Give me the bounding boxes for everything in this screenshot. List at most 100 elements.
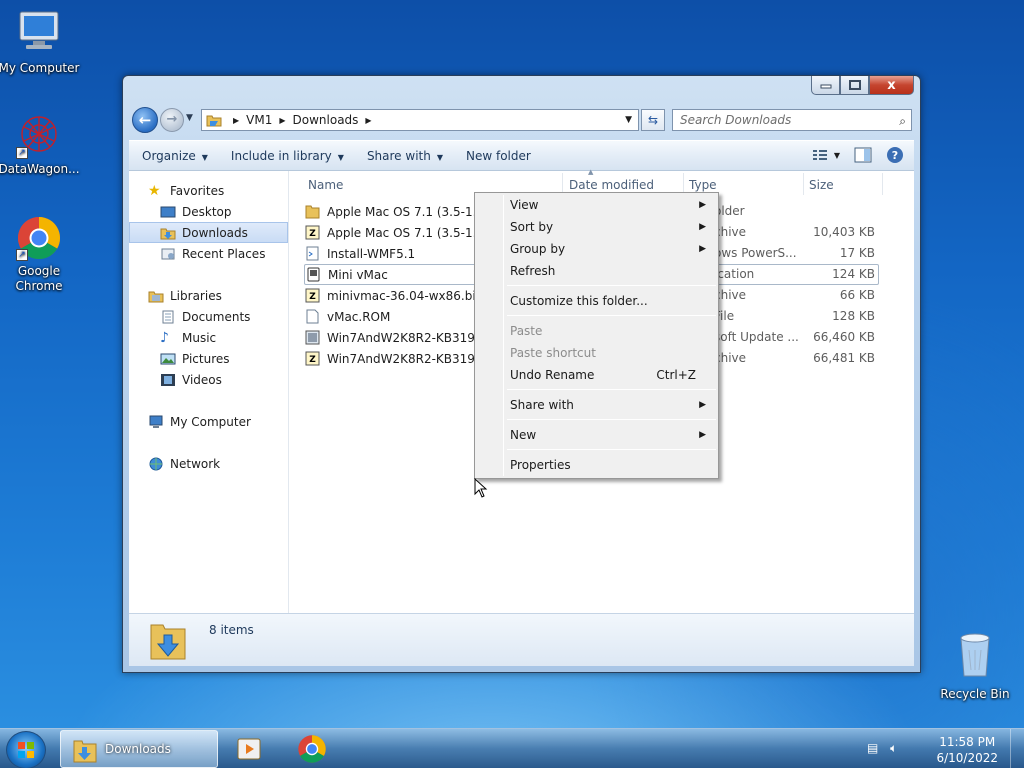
nav-videos[interactable]: Videos bbox=[129, 369, 288, 390]
downloads-folder-icon bbox=[150, 624, 186, 660]
desktop-icon bbox=[160, 206, 176, 217]
nav-recent-places[interactable]: Recent Places bbox=[129, 243, 288, 264]
nav-network-label: Network bbox=[170, 456, 221, 471]
breadcrumb-separator-icon[interactable]: ▶ bbox=[365, 116, 371, 125]
nav-network[interactable]: Network bbox=[129, 453, 288, 474]
search-input[interactable]: Search Downloads ⌕ bbox=[672, 109, 912, 131]
nav-my-computer[interactable]: My Computer bbox=[129, 411, 288, 432]
nav-desktop[interactable]: Desktop bbox=[129, 201, 288, 222]
menu-item-sort-by[interactable]: Sort by ▶ bbox=[477, 216, 716, 238]
taskbar-item-downloads[interactable]: Downloads bbox=[60, 730, 218, 768]
back-button[interactable]: ← bbox=[132, 107, 158, 133]
taskbar-item-chrome[interactable] bbox=[288, 730, 336, 768]
menu-separator bbox=[507, 315, 716, 316]
network-icon bbox=[149, 457, 163, 470]
menu-label: Undo Rename bbox=[510, 368, 595, 382]
nav-downloads[interactable]: Downloads bbox=[129, 222, 288, 243]
nav-libraries[interactable]: Libraries bbox=[129, 285, 288, 306]
share-label: Share with bbox=[366, 148, 431, 163]
column-header-type[interactable]: Type bbox=[689, 178, 717, 192]
menu-item-share-with[interactable]: Share with ▶ bbox=[477, 394, 716, 416]
file-name: Win7AndW2K8R2-KB319156 bbox=[327, 351, 498, 366]
file-size: 66,481 KB bbox=[813, 351, 875, 365]
file-size: 124 KB bbox=[832, 267, 875, 281]
address-bar[interactable]: ▶ VM1 ▶ Downloads ▶ ▼ bbox=[201, 109, 639, 131]
chevron-down-icon: ▼ bbox=[833, 150, 840, 160]
breadcrumb-separator-icon[interactable]: ▶ bbox=[279, 116, 285, 125]
column-header-date-modified[interactable]: Date modified bbox=[569, 178, 654, 192]
menu-label: Group by bbox=[510, 242, 566, 256]
nav-downloads-label: Downloads bbox=[182, 225, 248, 240]
navigation-pane: ★ Favorites Desktop Downloads Recent Pla… bbox=[129, 171, 289, 613]
menu-item-group-by[interactable]: Group by ▶ bbox=[477, 238, 716, 260]
desktop-icon-label: Recycle Bin bbox=[940, 687, 1010, 701]
menu-item-customize-folder[interactable]: Customize this folder... bbox=[477, 290, 716, 312]
zip-archive-icon: Z bbox=[305, 225, 320, 240]
file-size: 17 KB bbox=[839, 246, 875, 260]
maximize-button[interactable] bbox=[840, 76, 869, 95]
new-folder-button[interactable]: New folder bbox=[453, 149, 541, 163]
column-header-size[interactable]: Size bbox=[809, 178, 834, 192]
menu-separator bbox=[507, 449, 716, 450]
file-name: vMac.ROM bbox=[327, 309, 391, 324]
help-icon[interactable]: ? bbox=[886, 146, 904, 164]
organize-button[interactable]: Organize ▼ bbox=[129, 149, 218, 163]
address-row: ← → ▼ ▶ VM1 ▶ Downloads ▶ ▼ ⇆ Search Dow… bbox=[129, 105, 914, 135]
menu-item-new[interactable]: New ▶ bbox=[477, 424, 716, 446]
breadcrumb-vm1[interactable]: VM1 bbox=[246, 113, 272, 127]
pictures-icon bbox=[160, 353, 176, 364]
chevron-down-icon: ▼ bbox=[201, 152, 208, 162]
minimize-icon bbox=[820, 84, 831, 89]
forward-button[interactable]: → bbox=[160, 108, 184, 132]
recent-pages-dropdown[interactable]: ▼ bbox=[186, 113, 193, 123]
nav-favorites[interactable]: ★ Favorites bbox=[129, 180, 288, 201]
column-header-name[interactable]: Name bbox=[308, 178, 343, 192]
search-icon[interactable]: ⌕ bbox=[899, 111, 906, 131]
menu-item-view[interactable]: View ▶ bbox=[477, 194, 716, 216]
preview-pane-icon[interactable] bbox=[854, 147, 872, 163]
chevron-down-icon: ▼ bbox=[337, 152, 344, 162]
desktop-icon-recycle-bin[interactable]: Recycle Bin bbox=[933, 630, 1017, 702]
nav-videos-label: Videos bbox=[182, 372, 222, 387]
desktop-icon-chrome[interactable]: ↗ Google Chrome bbox=[0, 215, 81, 294]
nav-pictures[interactable]: Pictures bbox=[129, 348, 288, 369]
file-type: ication bbox=[714, 267, 755, 281]
arrow-left-icon: ← bbox=[138, 111, 152, 129]
file-name: minivmac-36.04-wx86.bin bbox=[327, 288, 484, 303]
clock[interactable]: 11:58 PM 6/10/2022 bbox=[936, 734, 998, 766]
desktop-icon-my-computer[interactable]: My Computer bbox=[0, 8, 81, 76]
breadcrumb-downloads[interactable]: Downloads bbox=[293, 113, 359, 127]
view-icon bbox=[812, 150, 827, 160]
taskbar-item-media-player[interactable] bbox=[226, 730, 274, 768]
share-with-button[interactable]: Share with ▼ bbox=[354, 149, 453, 163]
nav-documents[interactable]: Documents bbox=[129, 306, 288, 327]
menu-item-properties[interactable]: Properties bbox=[477, 454, 716, 476]
network-tray-icon[interactable]: ▤ bbox=[867, 741, 878, 755]
nav-music[interactable]: ♪ Music bbox=[129, 327, 288, 348]
menu-label: View bbox=[510, 198, 539, 212]
star-icon: ★ bbox=[148, 182, 161, 199]
address-dropdown[interactable]: ▼ bbox=[625, 115, 632, 125]
change-view-button[interactable]: ▼ bbox=[812, 149, 840, 161]
folder-icon bbox=[305, 205, 320, 219]
volume-icon[interactable]: 🔈︎ bbox=[890, 741, 897, 755]
menu-item-refresh[interactable]: Refresh bbox=[477, 260, 716, 282]
close-button[interactable]: x bbox=[869, 76, 914, 95]
nav-pictures-label: Pictures bbox=[182, 351, 230, 366]
file-name: Install-WMF5.1 bbox=[327, 246, 416, 261]
column-divider[interactable] bbox=[803, 173, 804, 195]
chevron-down-icon: ▼ bbox=[436, 152, 443, 162]
menu-separator bbox=[507, 389, 716, 390]
media-player-icon bbox=[237, 738, 261, 760]
show-desktop-button[interactable] bbox=[1010, 729, 1024, 768]
menu-item-undo-rename[interactable]: Undo Rename Ctrl+Z bbox=[477, 364, 716, 386]
minimize-button[interactable] bbox=[811, 76, 840, 95]
breadcrumb-separator-icon[interactable]: ▶ bbox=[233, 116, 239, 125]
refresh-button[interactable]: ⇆ bbox=[641, 109, 665, 131]
svg-text:?: ? bbox=[892, 149, 898, 162]
start-button[interactable] bbox=[6, 731, 46, 768]
music-icon: ♪ bbox=[160, 329, 169, 346]
include-in-library-button[interactable]: Include in library ▼ bbox=[218, 149, 354, 163]
column-divider[interactable] bbox=[882, 173, 883, 195]
desktop-icon-datawagon[interactable]: ↗ DataWagon... bbox=[0, 113, 81, 177]
